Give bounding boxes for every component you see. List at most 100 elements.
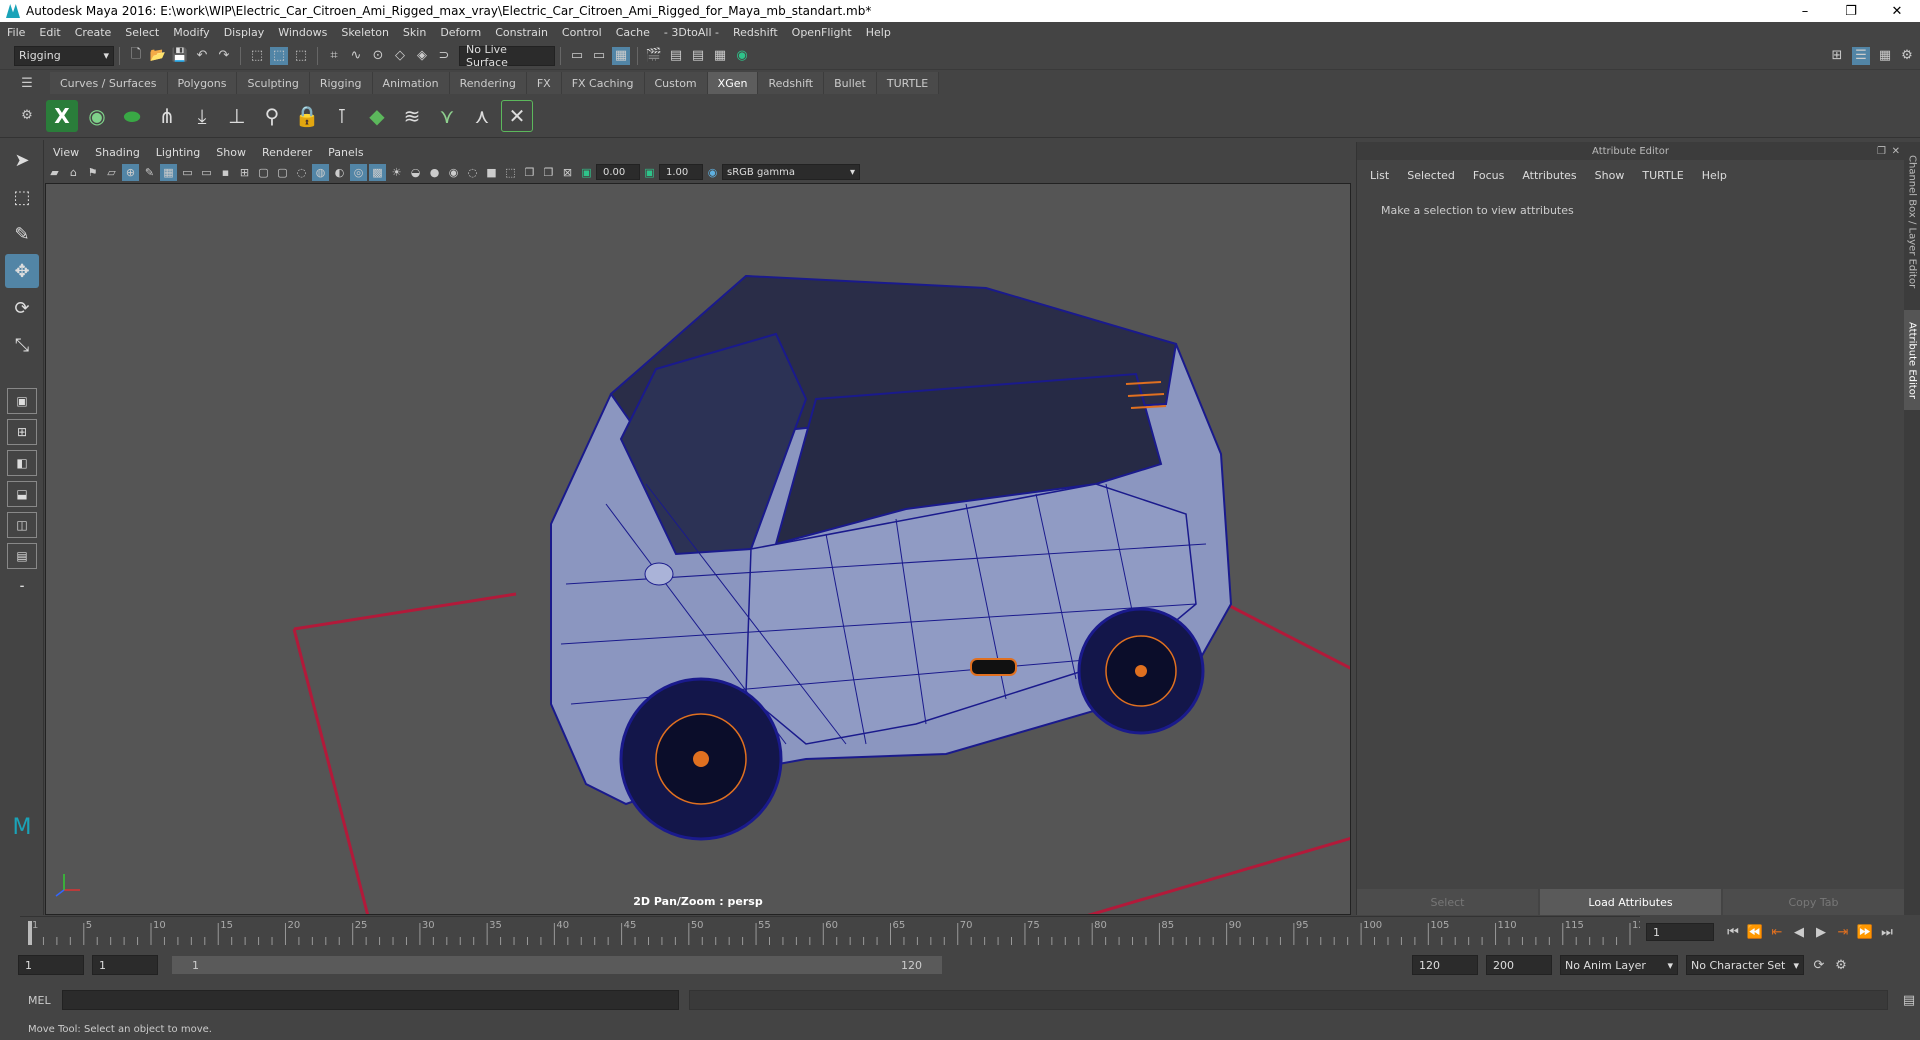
attribute-editor-toggle-icon[interactable]: ▦ (1876, 47, 1894, 65)
snap-point-icon[interactable]: ⊙ (369, 47, 387, 65)
gamma-field[interactable]: 1.00 (659, 164, 703, 180)
current-time-marker[interactable] (28, 921, 32, 945)
xgen-sculpt-guide-icon[interactable]: ⤓ (186, 100, 218, 132)
camera-attributes-icon[interactable]: ⌂ (65, 164, 82, 181)
animation-end-field[interactable]: 200 (1486, 955, 1552, 975)
film-gate-icon[interactable]: ▭ (179, 164, 196, 181)
layout-more-icon[interactable]: ⁃ (7, 574, 37, 600)
xray-icon[interactable]: ❐ (521, 164, 538, 181)
safe-title-icon[interactable]: ▢ (274, 164, 291, 181)
menuset-dropdown[interactable]: Rigging ▾ (14, 45, 114, 66)
panel-menu-shading[interactable]: Shading (87, 146, 148, 159)
wireframe-icon[interactable]: ◌ (293, 164, 310, 181)
tab-attribute-editor[interactable]: Attribute Editor (1904, 310, 1920, 410)
shelf-tab-custom[interactable]: Custom (644, 72, 708, 94)
menu-3dtoall[interactable]: - 3DtoAll - (657, 26, 726, 39)
safe-action-icon[interactable]: ▢ (255, 164, 272, 181)
go-to-start-icon[interactable]: ⏮ (1724, 923, 1742, 941)
panel-menu-lighting[interactable]: Lighting (148, 146, 208, 159)
menu-modify[interactable]: Modify (166, 26, 216, 39)
lasso-tool-icon[interactable]: ⬚ (5, 180, 39, 214)
wireframe-on-shaded-icon[interactable]: ◎ (350, 163, 367, 181)
snap-curve-icon[interactable]: ∿ (347, 47, 365, 65)
playback-start-field[interactable]: 1 (92, 955, 158, 975)
attr-menu-focus[interactable]: Focus (1464, 169, 1513, 182)
pan-zoom-icon[interactable]: ⊕ (122, 163, 139, 181)
panel-menu-view[interactable]: View (45, 146, 87, 159)
menu-openflight[interactable]: OpenFlight (785, 26, 859, 39)
step-back-key-icon[interactable]: ⇤ (1768, 923, 1786, 941)
move-tool-icon[interactable]: ✥ (5, 254, 39, 288)
xgen-clumping-icon[interactable]: ⋎ (431, 100, 463, 132)
save-scene-icon[interactable]: 💾 (171, 47, 189, 65)
rotate-tool-icon[interactable]: ⟳ (5, 291, 39, 325)
menu-control[interactable]: Control (555, 26, 609, 39)
render-settings-icon[interactable]: 🎬 (645, 47, 663, 65)
select-tool-icon[interactable]: ➤ (5, 143, 39, 177)
xgen-modifier-icon[interactable]: ≋ (396, 100, 428, 132)
outliner-persp-layout-icon[interactable]: ▤ (7, 543, 37, 569)
animation-preferences-icon[interactable]: ⚙ (1832, 956, 1850, 974)
exposure-icon[interactable]: ▣ (578, 164, 595, 181)
play-backwards-icon[interactable]: ◀ (1790, 923, 1808, 941)
menu-redshift[interactable]: Redshift (726, 26, 785, 39)
current-frame-field[interactable]: 1 (1646, 923, 1714, 941)
shelf-tab-fx[interactable]: FX (526, 72, 562, 94)
menu-windows[interactable]: Windows (271, 26, 334, 39)
live-surface-field[interactable]: No Live Surface (459, 43, 555, 69)
tab-channel-box[interactable]: Channel Box / Layer Editor (1904, 152, 1920, 292)
xgen-lasso-guide-icon[interactable]: ⚲ (256, 100, 288, 132)
float-panel-icon[interactable]: ❐ (1877, 146, 1886, 157)
isolate-select-icon[interactable]: ⬚ (502, 164, 519, 181)
gate-mask-icon[interactable]: ▪ (217, 164, 234, 181)
exposure-field[interactable]: 0.00 (596, 164, 640, 180)
animation-start-field[interactable]: 1 (18, 955, 84, 975)
scale-tool-icon[interactable]: ⤡ (5, 328, 39, 362)
xgen-groom-icon[interactable]: ⊺ (326, 100, 358, 132)
select-component-icon[interactable]: ⬚ (292, 47, 310, 65)
use-all-lights-icon[interactable]: ☀ (388, 164, 405, 181)
shelf-tab-curves-surfaces[interactable]: Curves / Surfaces (50, 72, 168, 94)
menu-file[interactable]: File (0, 26, 32, 39)
channel-box-toggle-icon[interactable]: ☰ (1852, 46, 1870, 65)
shelf-tab-polygons[interactable]: Polygons (167, 72, 238, 94)
step-back-frame-icon[interactable]: ⏪ (1746, 923, 1764, 941)
four-view-layout-icon[interactable]: ⊞ (7, 419, 37, 445)
attr-menu-turtle[interactable]: TURTLE (1633, 169, 1692, 182)
attr-menu-list[interactable]: List (1361, 169, 1398, 182)
play-forwards-icon[interactable]: ▶ (1812, 923, 1830, 941)
attr-menu-show[interactable]: Show (1586, 169, 1634, 182)
camera-select-icon[interactable]: ▰ (46, 164, 63, 181)
snap-surface-icon[interactable]: ◈ (413, 47, 431, 65)
shelf-tab-rigging[interactable]: Rigging (309, 72, 373, 94)
shadows-icon[interactable]: ◒ (407, 164, 424, 181)
attr-menu-help[interactable]: Help (1693, 169, 1736, 182)
close-panel-icon[interactable]: ✕ (1892, 146, 1900, 157)
close-button[interactable]: ✕ (1874, 0, 1920, 22)
cmdline-input[interactable] (61, 990, 680, 1010)
step-forward-key-icon[interactable]: ⇥ (1834, 923, 1852, 941)
resolution-gate-icon[interactable]: ▭ (198, 164, 215, 181)
xgen-lock-guide-icon[interactable]: 🔒 (291, 100, 323, 132)
load-attributes-button[interactable]: Load Attributes (1540, 889, 1721, 915)
snap-grid-icon[interactable]: ⌗ (325, 47, 343, 65)
tool-settings-toggle-icon[interactable]: ⚙ (1898, 47, 1916, 65)
script-editor-icon[interactable]: ▤ (1900, 991, 1918, 1009)
persp-list-layout-icon[interactable]: ◫ (7, 512, 37, 538)
xgen-place-guide-icon[interactable]: ⊥ (221, 100, 253, 132)
xgen-description-icon[interactable]: ⬬ (116, 100, 148, 132)
panel-menu-panels[interactable]: Panels (320, 146, 371, 159)
step-forward-frame-icon[interactable]: ⏩ (1856, 923, 1874, 941)
menu-constrain[interactable]: Constrain (488, 26, 555, 39)
xgen-cut-icon[interactable]: ⋏ (466, 100, 498, 132)
playback-end-field[interactable]: 120 (1412, 955, 1478, 975)
shelf-settings-icon[interactable]: ⚙ (18, 107, 36, 125)
color-space-dropdown[interactable]: sRGB gamma ▾ (722, 164, 860, 180)
menu-edit[interactable]: Edit (32, 26, 67, 39)
shelf-tab-fx-caching[interactable]: FX Caching (561, 72, 645, 94)
attr-menu-selected[interactable]: Selected (1398, 169, 1464, 182)
xgen-preview-icon[interactable]: ◉ (81, 100, 113, 132)
paint-select-tool-icon[interactable]: ✎ (5, 217, 39, 251)
auto-key-icon[interactable]: ⟳ (1810, 956, 1828, 974)
go-to-end-icon[interactable]: ⏭ (1878, 923, 1896, 941)
